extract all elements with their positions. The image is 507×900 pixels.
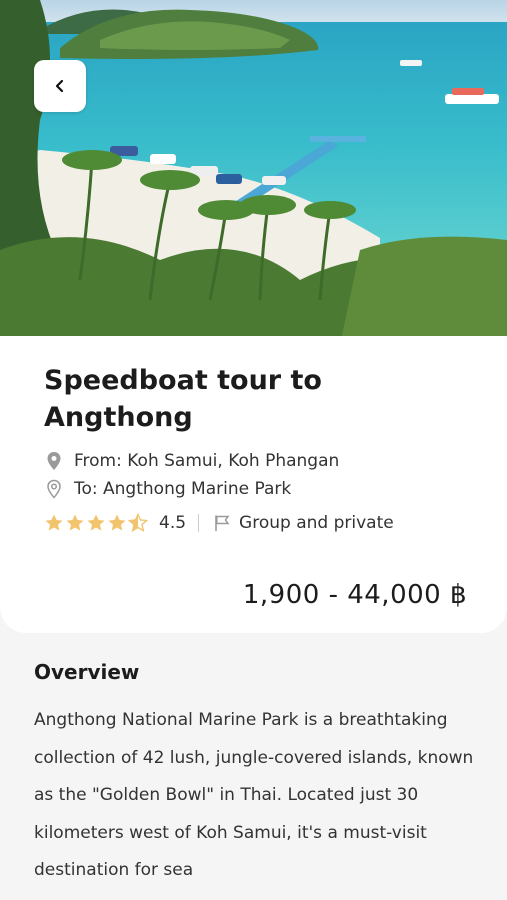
star-full-icon — [87, 514, 105, 531]
island-beach-photo — [0, 0, 507, 345]
rating-row: 4.5 Group and private — [44, 513, 394, 533]
tour-title: Speedboat tour to Angthong — [44, 365, 322, 433]
divider — [198, 514, 200, 532]
group-type-text: Group and private — [239, 513, 394, 533]
location-pin-outline-icon — [44, 479, 64, 499]
tour-info-card: Speedboat tour to Angthong From: Koh Sam… — [0, 336, 507, 633]
from-row: From: Koh Samui, Koh Phangan — [44, 451, 339, 471]
hero-image — [0, 0, 507, 345]
location-pin-filled-icon — [44, 451, 64, 471]
star-half-icon — [128, 513, 148, 533]
star-full-icon — [108, 514, 126, 531]
to-row: To: Angthong Marine Park — [44, 479, 291, 499]
star-full-icon — [66, 514, 84, 531]
from-text: From: Koh Samui, Koh Phangan — [74, 451, 340, 471]
rating-value: 4.5 — [159, 513, 187, 533]
chevron-left-icon — [55, 79, 64, 93]
flag-icon — [215, 515, 230, 531]
back-button[interactable] — [34, 60, 86, 112]
overview-text: Angthong National Marine Park is a breat… — [34, 710, 474, 880]
price-range: 1,900 - 44,000 ฿ — [242, 580, 467, 610]
star-rating — [44, 513, 149, 533]
to-text: To: Angthong Marine Park — [74, 479, 292, 499]
overview-heading: Overview — [34, 660, 140, 684]
star-full-icon — [45, 514, 63, 531]
